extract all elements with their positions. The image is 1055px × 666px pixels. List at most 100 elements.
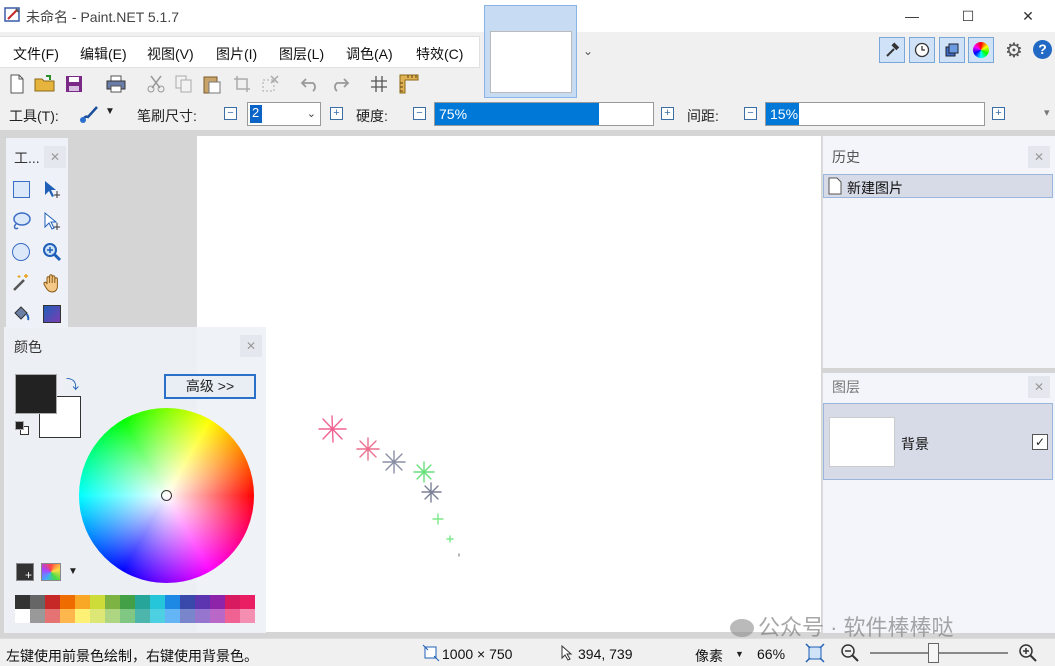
save-icon[interactable] xyxy=(63,73,85,95)
brush-size-increase-button[interactable]: + xyxy=(330,107,343,120)
palette-swatch[interactable] xyxy=(165,595,180,609)
palette-swatch[interactable] xyxy=(240,609,255,623)
tools-window-button[interactable] xyxy=(879,37,905,63)
history-item[interactable]: 新建图片 xyxy=(823,174,1053,198)
chevron-down-icon[interactable]: ▼ xyxy=(68,566,78,577)
toolbar-overflow-icon[interactable]: ▾ xyxy=(1044,106,1050,119)
palette-swatch[interactable] xyxy=(105,609,120,623)
history-window-button[interactable] xyxy=(909,37,935,63)
palette-swatch[interactable] xyxy=(165,609,180,623)
layers-panel-close-icon[interactable]: ✕ xyxy=(1028,376,1050,398)
palette-swatch[interactable] xyxy=(90,609,105,623)
spacing-decrease-button[interactable]: − xyxy=(744,107,757,120)
new-file-icon[interactable] xyxy=(6,73,28,95)
chevron-down-icon[interactable]: ⌄ xyxy=(583,44,593,58)
lasso-select-icon[interactable] xyxy=(8,208,34,234)
move-selected-icon[interactable] xyxy=(39,176,65,202)
menu-file[interactable]: 文件(F) xyxy=(13,44,59,64)
rulers-icon[interactable] xyxy=(398,73,420,95)
palette-swatch[interactable] xyxy=(45,609,60,623)
maximize-button[interactable]: ☐ xyxy=(945,0,991,32)
palette-swatch[interactable] xyxy=(210,609,225,623)
deselect-icon[interactable] xyxy=(259,73,281,95)
zoom-out-icon[interactable] xyxy=(840,643,860,663)
palette-swatch[interactable] xyxy=(195,595,210,609)
add-color-to-palette-icon[interactable]: + xyxy=(16,563,34,582)
palette-swatch[interactable] xyxy=(180,595,195,609)
zoom-slider-track[interactable] xyxy=(870,652,1008,654)
grid-icon[interactable] xyxy=(368,73,390,95)
palette-swatch[interactable] xyxy=(15,609,30,623)
cut-icon[interactable] xyxy=(145,73,167,95)
palette-swatch[interactable] xyxy=(240,595,255,609)
palette-swatch[interactable] xyxy=(225,609,240,623)
copy-icon[interactable] xyxy=(173,73,195,95)
palette-swatch[interactable] xyxy=(60,609,75,623)
ellipse-select-icon[interactable] xyxy=(8,239,34,265)
zoom-level[interactable]: 66% xyxy=(757,646,785,662)
pan-hand-icon[interactable] xyxy=(39,270,65,296)
zoom-slider-thumb[interactable] xyxy=(928,643,939,663)
hardness-decrease-button[interactable]: − xyxy=(413,107,426,120)
magic-wand-icon[interactable] xyxy=(8,270,34,296)
brush-size-combobox[interactable]: 2 ⌄ xyxy=(247,102,321,126)
color-wheel[interactable] xyxy=(79,408,254,583)
palette-swatch[interactable] xyxy=(135,609,150,623)
move-selection-icon[interactable] xyxy=(39,208,65,234)
palette-swatch[interactable] xyxy=(105,595,120,609)
reset-colors-icon[interactable] xyxy=(15,421,29,435)
palette-swatch[interactable] xyxy=(210,595,225,609)
help-icon[interactable]: ? xyxy=(1033,40,1052,59)
history-panel-close-icon[interactable]: ✕ xyxy=(1028,146,1050,168)
menu-layers[interactable]: 图层(L) xyxy=(279,44,324,64)
palette-menu-icon[interactable] xyxy=(41,563,61,581)
paintbrush-tool-dropdown[interactable]: ▼ xyxy=(78,104,118,124)
colors-panel-close-icon[interactable]: ✕ xyxy=(240,335,262,357)
palette-swatch[interactable] xyxy=(195,609,210,623)
palette-swatch[interactable] xyxy=(30,595,45,609)
swap-colors-icon[interactable]: ⤵ xyxy=(66,374,79,393)
hardness-slider[interactable]: 75% xyxy=(434,102,654,126)
palette-swatch[interactable] xyxy=(120,595,135,609)
print-icon[interactable] xyxy=(105,73,127,95)
layer-visibility-checkbox[interactable]: ✓ xyxy=(1032,434,1048,450)
rectangle-select-icon[interactable] xyxy=(8,176,34,202)
minimize-button[interactable]: — xyxy=(889,0,935,32)
menu-view[interactable]: 视图(V) xyxy=(147,44,194,64)
image-tab[interactable] xyxy=(484,5,577,98)
image-canvas[interactable] xyxy=(197,136,821,632)
palette-swatch[interactable] xyxy=(150,595,165,609)
color-palette[interactable] xyxy=(15,595,255,623)
hardness-increase-button[interactable]: + xyxy=(661,107,674,120)
units-selector[interactable]: 像素 xyxy=(695,646,723,666)
layers-window-button[interactable] xyxy=(939,37,965,63)
zoom-tool-icon[interactable] xyxy=(39,239,65,265)
zoom-to-window-icon[interactable] xyxy=(805,643,825,663)
palette-swatch[interactable] xyxy=(225,595,240,609)
paste-icon[interactable] xyxy=(201,73,223,95)
paint-bucket-icon[interactable] xyxy=(8,301,34,327)
close-button[interactable]: ✕ xyxy=(1005,0,1051,32)
menu-edit[interactable]: 编辑(E) xyxy=(80,44,127,64)
menu-adjustments[interactable]: 调色(A) xyxy=(346,44,393,64)
palette-swatch[interactable] xyxy=(90,595,105,609)
colors-window-button[interactable] xyxy=(968,37,994,63)
palette-swatch[interactable] xyxy=(135,595,150,609)
palette-swatch[interactable] xyxy=(120,609,135,623)
palette-swatch[interactable] xyxy=(60,595,75,609)
palette-swatch[interactable] xyxy=(75,609,90,623)
palette-swatch[interactable] xyxy=(30,609,45,623)
tools-panel-close-icon[interactable]: ✕ xyxy=(44,146,66,168)
open-folder-icon[interactable] xyxy=(34,73,56,95)
palette-swatch[interactable] xyxy=(15,595,30,609)
palette-swatch[interactable] xyxy=(45,595,60,609)
advanced-colors-button[interactable]: 高级 >> xyxy=(164,374,256,399)
spacing-slider[interactable]: 15% xyxy=(765,102,985,126)
palette-swatch[interactable] xyxy=(150,609,165,623)
redo-icon[interactable] xyxy=(329,73,351,95)
menu-effects[interactable]: 特效(C) xyxy=(416,44,463,64)
menu-image[interactable]: 图片(I) xyxy=(216,44,257,64)
palette-swatch[interactable] xyxy=(180,609,195,623)
chevron-down-icon[interactable]: ▼ xyxy=(735,649,744,659)
zoom-in-icon[interactable] xyxy=(1018,643,1038,663)
